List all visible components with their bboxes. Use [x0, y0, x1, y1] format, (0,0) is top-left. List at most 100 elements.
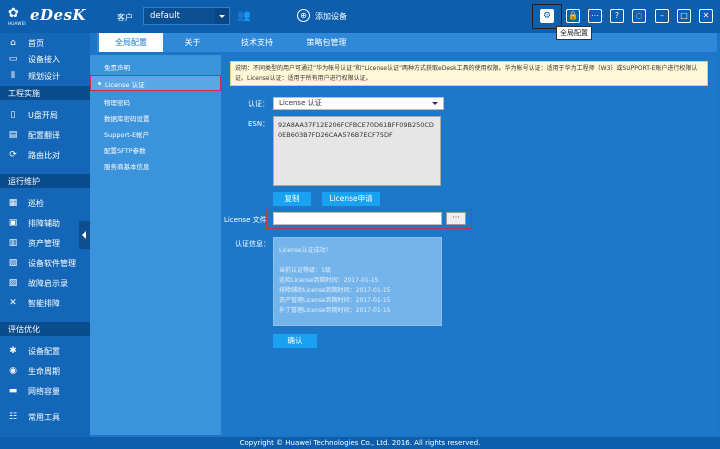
settings-tabs: 全局配置 关于 技术支持 策略包管理 [97, 33, 717, 52]
sidebar-item-inspection[interactable]: ▦ 巡检 [0, 195, 90, 211]
submenu-label: 免责声明 [104, 64, 130, 72]
chevron-down-icon[interactable] [215, 8, 229, 24]
result-line: 资产管理License到期时间：2017-01-15 [279, 297, 391, 304]
more-icon[interactable]: ⋯ [588, 9, 602, 23]
section-label: 评估优化 [8, 325, 40, 334]
submenu-label: 数据库密码设置 [104, 115, 150, 123]
submenu-disclaimer[interactable]: 免责声明 [90, 59, 221, 75]
sidebar-item-route-compare[interactable]: ⟳ 路由比对 [0, 147, 90, 163]
submenu-sftp-params[interactable]: 配置SFTP参数 [90, 142, 221, 158]
tab-about[interactable]: 关于 [165, 33, 220, 52]
esn-field[interactable]: 92A8AA37F12E206FCFBCE70D61BFF09B250CD0EB… [273, 116, 441, 186]
device-access-icon: ▭ [8, 54, 18, 64]
add-device-icon: ⊕ [297, 9, 310, 22]
sidebar-item-label: 设备软件管理 [28, 259, 76, 268]
capacity-icon: ▬ [8, 386, 18, 396]
sidebar-item-smart-troubleshoot[interactable]: ✕ 智能排障 [0, 295, 90, 311]
result-line: 当前认证等级：1级 [279, 267, 331, 274]
add-device-label: 添加设备 [315, 12, 347, 21]
inspection-icon: ▦ [8, 198, 18, 208]
submenu-label: 物理密码 [104, 99, 130, 107]
result-line: 补丁管理License到期时间：2017-01-15 [279, 307, 391, 314]
customer-label: 客户 [117, 13, 133, 22]
chat-icon[interactable]: ◌ [632, 9, 646, 23]
submenu-label: 服务商基本信息 [104, 163, 150, 171]
plan-icon: ⫴ [11, 71, 15, 81]
confirm-button[interactable]: 确认 [273, 334, 317, 348]
sidebar-item-label: U盘开局 [28, 111, 58, 120]
sidebar-item-label: 巡检 [28, 199, 44, 208]
asset-icon: ▥ [8, 238, 18, 248]
sidebar-item-label: 排障辅助 [28, 219, 60, 228]
sidebar-item-device-config[interactable]: ✱ 设备配置 [0, 343, 90, 359]
sidebar-item-label: 智能排障 [28, 299, 60, 308]
section-label: 工程实施 [8, 89, 40, 98]
sidebar-item-lifecycle[interactable]: ◉ 生命周期 [0, 363, 90, 379]
software-icon: ▧ [8, 258, 18, 268]
minimize-icon[interactable]: – [655, 9, 669, 23]
sidebar-item-home[interactable]: ⌂ 首页 [0, 35, 90, 51]
gear-icon[interactable]: ⚙ [540, 9, 554, 23]
sidebar-item-label: 网络容量 [28, 387, 60, 396]
sidebar-item-software-management[interactable]: ▧ 设备软件管理 [0, 255, 90, 271]
lock-icon[interactable]: 🔒 [566, 9, 580, 23]
brand-sub: HUAWEI [8, 21, 26, 26]
sidebar: ⌂ 首页 ▭ 设备接入 ⫴ 规划设计 工程实施 ▯ U盘开局 ▤ 配置翻译 ⟳ … [0, 33, 90, 439]
submenu-provider-info[interactable]: 服务商基本信息 [90, 158, 221, 174]
result-line: 巡检License到期时间：2017-01-15 [279, 277, 379, 284]
submenu-label: 配置SFTP参数 [104, 147, 146, 155]
sidebar-item-network-capacity[interactable]: ▬ 网络容量 [0, 383, 90, 399]
sidebar-item-label: 常用工具 [28, 413, 60, 422]
global-config-submenu: 免责声明 License 认证 物理密码 数据库密码设置 Support-E帐户… [90, 55, 221, 435]
sidebar-item-config-translate[interactable]: ▤ 配置翻译 [0, 127, 90, 143]
submenu-db-password[interactable]: 数据库密码设置 [90, 110, 221, 126]
tab-policy-package[interactable]: 策略包管理 [294, 33, 359, 52]
sidebar-collapse-handle[interactable] [79, 221, 90, 249]
submenu-label: License 认证 [105, 81, 145, 89]
result-line: 排障辅助License到期时间：2017-01-15 [279, 287, 391, 294]
tools-icon: ☷ [8, 412, 18, 422]
huawei-logo-icon: ✿ [8, 6, 19, 21]
maximize-icon[interactable]: □ [677, 9, 691, 23]
sidebar-item-asset-management[interactable]: ▥ 资产管理 [0, 235, 90, 251]
sidebar-item-label: 生命周期 [28, 367, 60, 376]
section-label: 运行维护 [8, 177, 40, 186]
sidebar-item-fault-revelation[interactable]: ▨ 故障启示录 [0, 275, 90, 291]
troubleshoot-icon: ▣ [8, 218, 18, 228]
auth-type-select[interactable]: License 认证 [273, 97, 444, 110]
sidebar-item-label: 路由比对 [28, 151, 60, 160]
bullet-icon [98, 82, 101, 85]
help-icon[interactable]: ? [610, 9, 624, 23]
sidebar-item-plan[interactable]: ⫴ 规划设计 [0, 68, 90, 84]
license-file-label: License 文件 [224, 216, 267, 224]
sidebar-item-usb-deploy[interactable]: ▯ U盘开局 [0, 107, 90, 123]
result-line [279, 256, 436, 266]
users-icon[interactable]: 👥 [237, 10, 253, 22]
route-compare-icon: ⟳ [9, 150, 17, 160]
close-icon[interactable]: ✕ [699, 9, 713, 23]
tab-tech-support[interactable]: 技术支持 [222, 33, 292, 52]
home-icon: ⌂ [10, 38, 16, 48]
customer-value: default [150, 11, 180, 21]
customer-select[interactable]: default [143, 7, 230, 25]
device-config-icon: ✱ [9, 346, 17, 356]
license-apply-button[interactable]: License申请 [322, 192, 380, 206]
sidebar-item-troubleshoot-aid[interactable]: ▣ 排障辅助 [0, 215, 90, 231]
sidebar-item-label: 设备配置 [28, 347, 60, 356]
usb-icon: ▯ [10, 110, 16, 120]
submenu-support-e-account[interactable]: Support-E帐户 [90, 126, 221, 142]
section-operations: 运行维护 [0, 174, 90, 188]
license-file-input[interactable] [273, 212, 442, 225]
sidebar-item-common-tools[interactable]: ☷ 常用工具 [0, 409, 90, 425]
huawei-edesk-logo: ✿ HUAWEI eDesK [8, 6, 100, 28]
brand-name: eDesK [30, 6, 87, 24]
browse-button[interactable]: ··· [446, 212, 466, 225]
copy-button[interactable]: 复制 [273, 192, 311, 206]
tab-global-config[interactable]: 全局配置 [99, 33, 163, 52]
sidebar-item-label: 规划设计 [28, 72, 60, 81]
submenu-license-auth[interactable]: License 认证 [90, 75, 221, 91]
section-optimization: 评估优化 [0, 322, 90, 336]
sidebar-item-device-access[interactable]: ▭ 设备接入 [0, 51, 90, 67]
top-bar: ✿ HUAWEI eDesK 客户 default 👥 ⊕ 添加设备 ⚙ 🔒 ⋯… [0, 0, 720, 33]
submenu-physical-password[interactable]: 物理密码 [90, 94, 221, 110]
